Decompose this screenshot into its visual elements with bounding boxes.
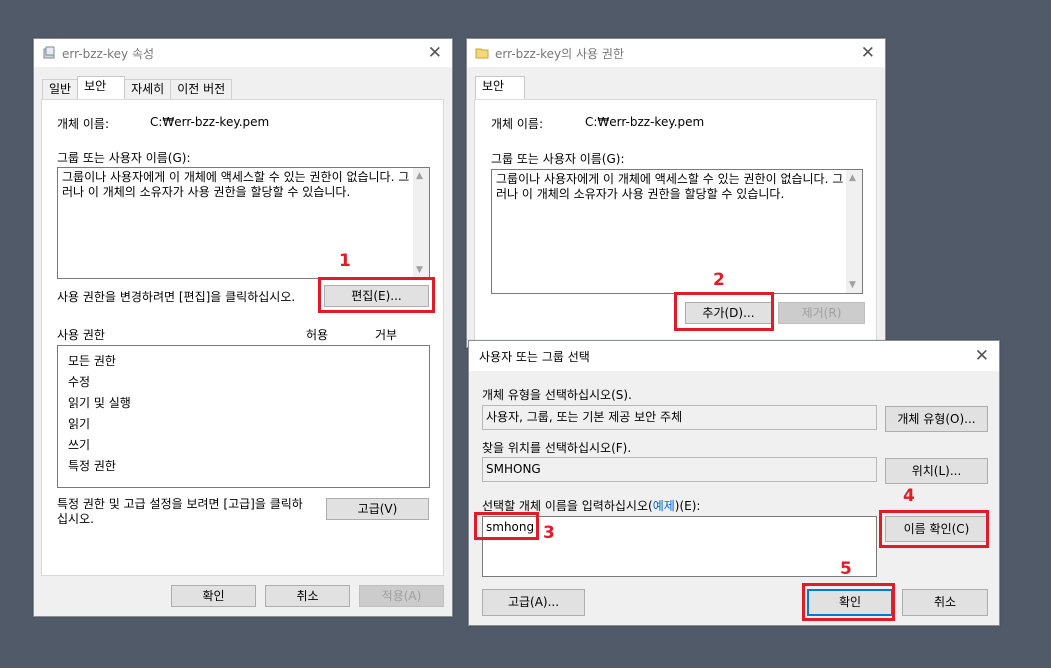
tab-previous-versions[interactable]: 이전 버전 <box>170 79 233 99</box>
select-users-titlebar: 사용자 또는 그룹 선택 ✕ <box>469 341 999 371</box>
group-list-message: 그룹이나 사용자에게 이 개체에 액세스할 수 있는 권한이 없습니다. 그러나… <box>496 172 844 201</box>
object-name-value: C:₩err-bzz-key.pem <box>585 115 705 129</box>
highlight-names-input <box>474 512 539 540</box>
cancel-button[interactable]: 취소 <box>265 585 350 607</box>
annotation-3: 3 <box>543 523 555 543</box>
permission-write: 쓰기 <box>68 438 91 452</box>
object-name-label: 개체 이름: <box>57 117 110 131</box>
group-list[interactable]: 그룹이나 사용자에게 이 개체에 액세스할 수 있는 권한이 없습니다. 그러나… <box>57 167 430 279</box>
location-field: SMHONG <box>482 457 877 482</box>
tab-security[interactable]: 보안 <box>77 76 126 99</box>
scroll-up-icon[interactable]: ▲ <box>416 171 423 181</box>
object-types-button[interactable]: 개체 유형(O)... <box>885 406 988 432</box>
window-title: 사용자 또는 그룹 선택 <box>479 349 590 364</box>
properties-window: err-bzz-key 속성 ✕ 일반 보안 자세히 이전 버전 개체 이름: … <box>33 38 453 617</box>
annotation-5: 5 <box>840 559 852 579</box>
remove-button[interactable]: 제거(R) <box>778 302 865 324</box>
advanced-button[interactable]: 고급(A)... <box>482 589 585 616</box>
enter-names-suffix: )(E): <box>674 499 701 513</box>
properties-titlebar: err-bzz-key 속성 ✕ <box>34 39 452 67</box>
group-list-scrollbar[interactable]: ▲ ▼ <box>413 168 429 278</box>
highlight-check-names-button <box>879 510 989 548</box>
folder-icon <box>475 48 489 59</box>
allow-header: 허용 <box>306 328 329 342</box>
permissions-list: 모든 권한 수정 읽기 및 실행 읽기 쓰기 특정 권한 <box>57 345 430 488</box>
annotation-2: 2 <box>713 270 725 290</box>
tab-security[interactable]: 보안 <box>475 76 525 99</box>
window-title: err-bzz-key의 사용 권한 <box>495 46 624 61</box>
object-names-input[interactable]: smhong <box>482 516 877 577</box>
location-label: 찾을 위치를 선택하십시오(F). <box>482 441 632 455</box>
apply-button[interactable]: 적용(A) <box>359 585 444 607</box>
object-type-field: 사용자, 그룹, 또는 기본 제공 보안 주체 <box>482 405 877 430</box>
highlight-add-button <box>674 292 774 331</box>
group-list-message: 그룹이나 사용자에게 이 개체에 액세스할 수 있는 권한이 없습니다. 그러나… <box>62 170 410 199</box>
ok-button[interactable]: 확인 <box>171 585 256 607</box>
change-hint: 사용 권한을 변경하려면 [편집]을 클릭하십시오. <box>57 290 296 304</box>
scroll-down-icon[interactable]: ▼ <box>849 280 856 290</box>
cancel-button[interactable]: 취소 <box>902 589 988 616</box>
annotation-1: 1 <box>339 251 351 271</box>
permission-full-control: 모든 권한 <box>68 354 116 368</box>
close-icon[interactable]: ✕ <box>861 43 875 63</box>
advanced-hint: 특정 권한 및 고급 설정을 보려면 [고급]을 클릭하십시오. <box>57 497 303 526</box>
permission-modify: 수정 <box>68 375 91 389</box>
tab-strip: 보안 <box>475 76 525 99</box>
select-users-window: 사용자 또는 그룹 선택 ✕ 개체 유형을 선택하십시오(S). 사용자, 그룹… <box>468 340 1000 626</box>
window-title: err-bzz-key 속성 <box>62 46 155 61</box>
permission-special: 특정 권한 <box>68 459 116 473</box>
permissions-header: 사용 권한 <box>57 328 105 342</box>
advanced-button[interactable]: 고급(V) <box>326 498 429 520</box>
scroll-down-icon[interactable]: ▼ <box>416 265 423 275</box>
tab-general[interactable]: 일반 <box>42 79 79 99</box>
object-name-value: C:₩err-bzz-key.pem <box>150 115 270 129</box>
permissions-titlebar: err-bzz-key의 사용 권한 ✕ <box>467 39 885 67</box>
deny-header: 거부 <box>375 328 398 342</box>
close-icon[interactable]: ✕ <box>428 43 442 63</box>
permission-read: 읽기 <box>68 417 91 431</box>
locations-button[interactable]: 위치(L)... <box>885 458 988 484</box>
highlight-edit-button <box>318 277 435 313</box>
annotation-4: 4 <box>903 486 915 506</box>
scroll-up-icon[interactable]: ▲ <box>849 173 856 183</box>
enter-names-prefix: 선택할 개체 이름을 입력하십시오( <box>482 499 653 513</box>
group-list[interactable]: 그룹이나 사용자에게 이 개체에 액세스할 수 있는 권한이 없습니다. 그러나… <box>491 169 863 294</box>
tab-strip: 일반 보안 자세히 이전 버전 <box>42 76 233 99</box>
tab-details[interactable]: 자세히 <box>124 79 172 99</box>
group-list-scrollbar[interactable]: ▲ ▼ <box>846 170 862 293</box>
group-label: 그룹 또는 사용자 이름(G): <box>57 151 191 165</box>
examples-link[interactable]: 예제 <box>653 499 675 513</box>
permission-read-execute: 읽기 및 실행 <box>68 396 131 410</box>
object-name-label: 개체 이름: <box>491 117 544 131</box>
close-icon[interactable]: ✕ <box>975 346 989 366</box>
highlight-ok-button <box>802 583 895 621</box>
security-panel: 개체 이름: C:₩err-bzz-key.pem 그룹 또는 사용자 이름(G… <box>41 99 444 576</box>
object-type-label: 개체 유형을 선택하십시오(S). <box>482 388 632 402</box>
group-label: 그룹 또는 사용자 이름(G): <box>491 152 625 166</box>
file-icon <box>43 46 55 59</box>
